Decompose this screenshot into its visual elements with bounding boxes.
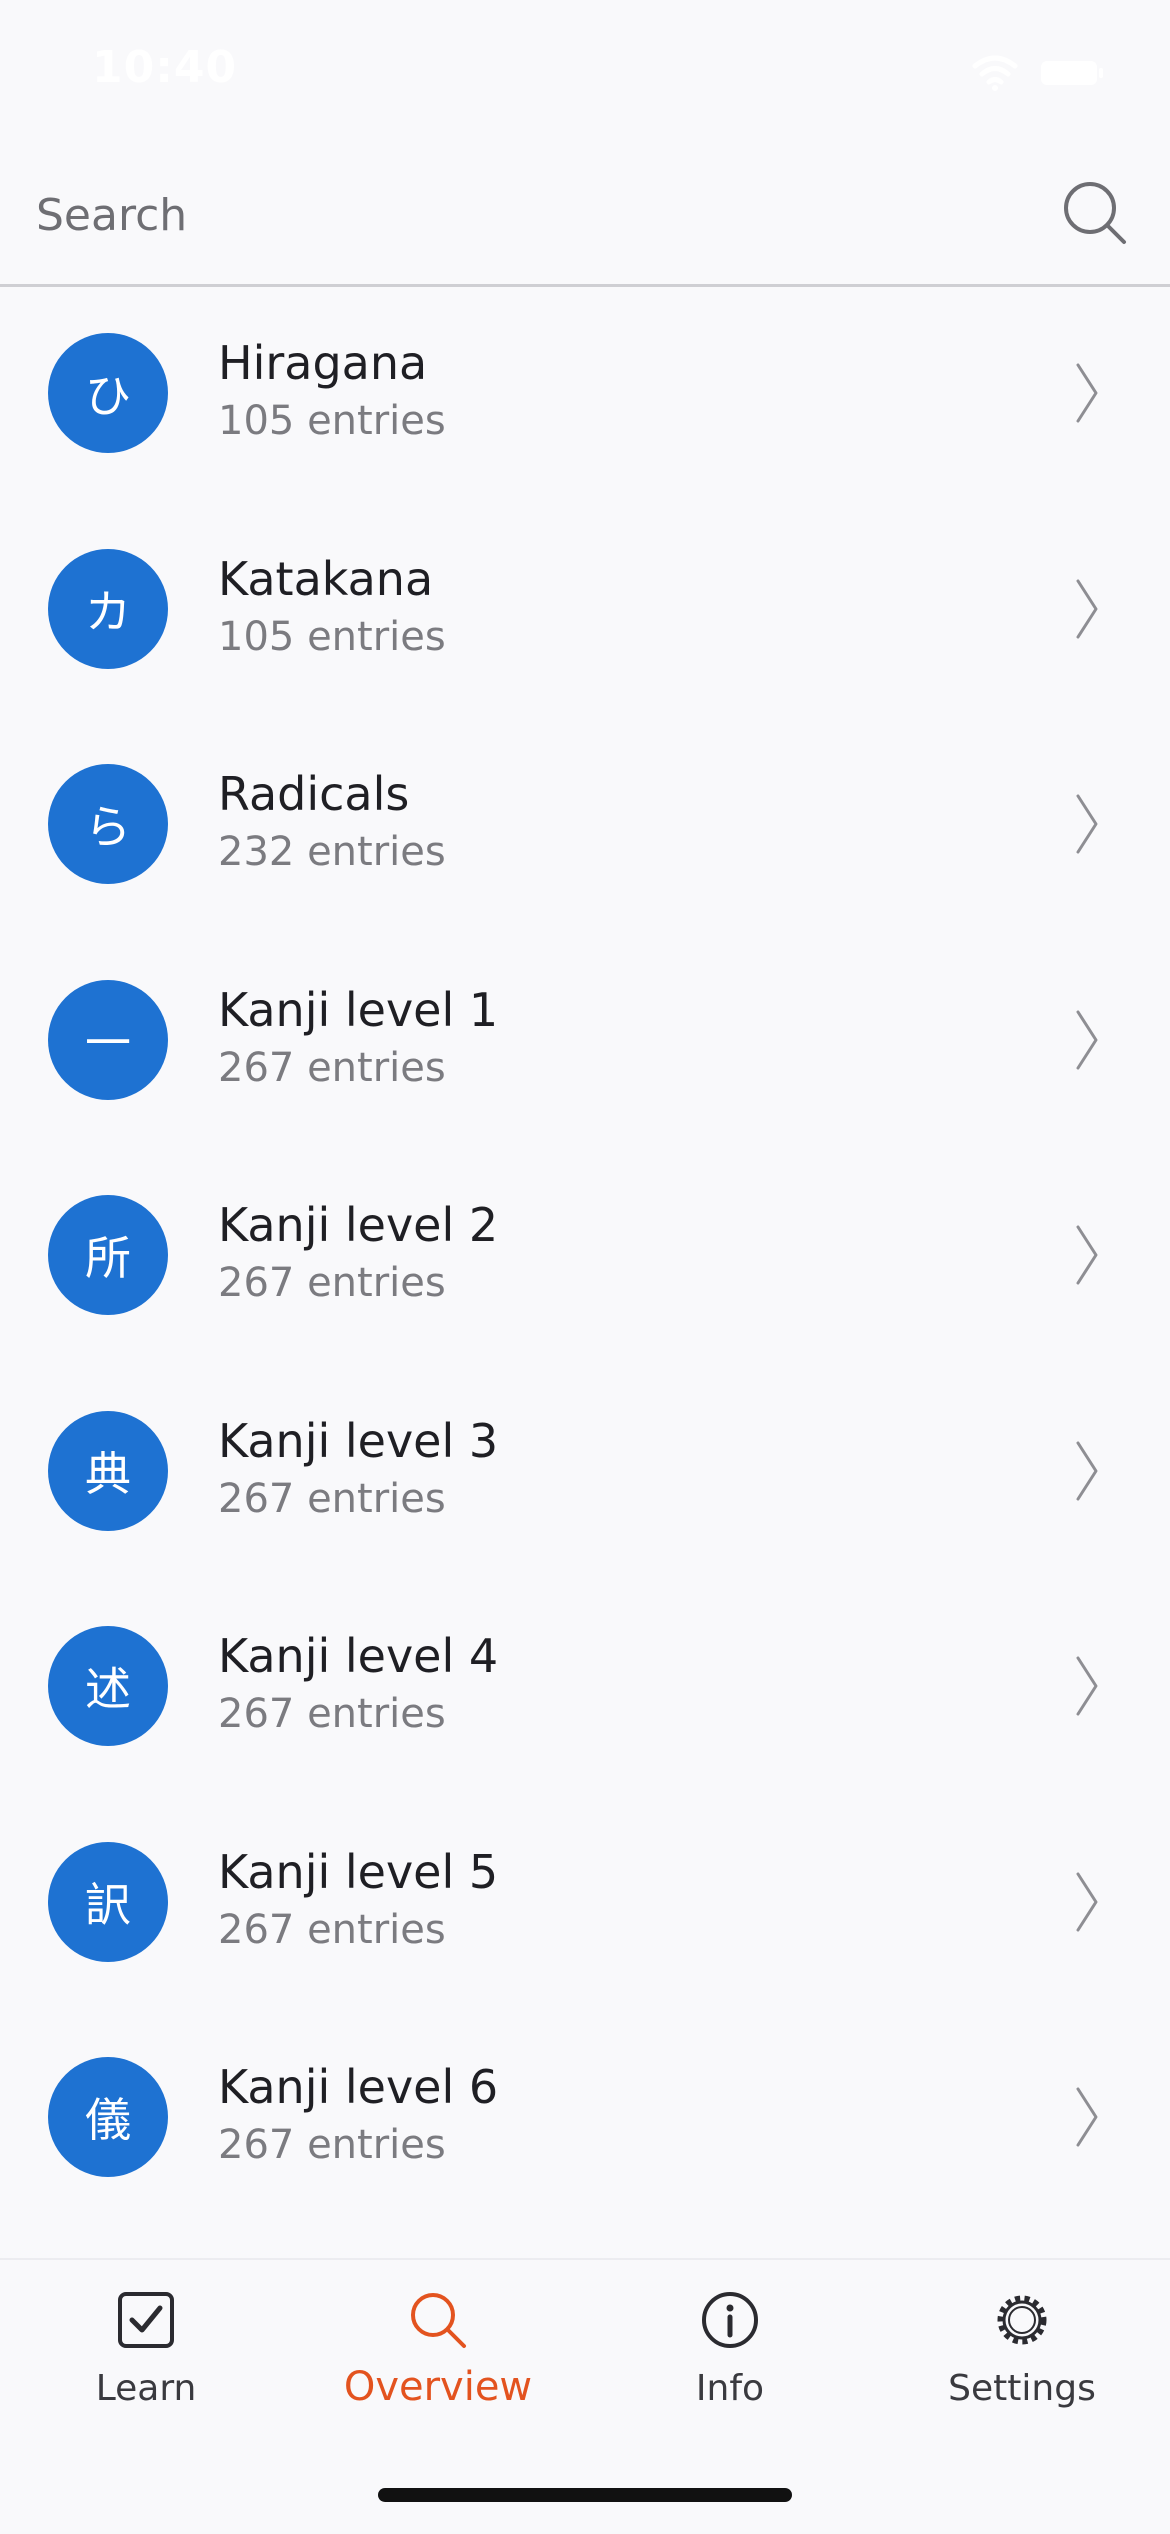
avatar: ら <box>48 764 168 884</box>
item-title: Kanji level 6 <box>218 2060 499 2114</box>
tab-settings[interactable]: Settings <box>876 2290 1168 2440</box>
tab-learn[interactable]: Learn <box>0 2290 292 2440</box>
list-item-kanji-level-2[interactable]: 所 Kanji level 2 267 entries <box>0 1150 1170 1366</box>
avatar: 所 <box>48 1195 168 1315</box>
list-item-kanji-level-4[interactable]: 述 Kanji level 4 267 entries <box>0 1581 1170 1797</box>
item-title: Kanji level 1 <box>218 982 499 1037</box>
list-item-kanji-level-1[interactable]: 一 Kanji level 1 267 entries <box>0 935 1170 1151</box>
tab-info[interactable]: Info <box>584 2290 876 2440</box>
avatar: 訳 <box>48 1841 168 1962</box>
item-subtitle: 232 entries <box>218 829 446 875</box>
search-bar <box>0 150 1170 287</box>
chevron-right-icon <box>1076 1441 1098 1500</box>
chevron-right-icon <box>1076 1656 1098 1716</box>
item-subtitle: 105 entries <box>218 613 446 660</box>
tab-label: Settings <box>948 2368 1096 2409</box>
chevron-right-icon <box>1076 794 1098 854</box>
info-icon <box>702 2292 758 2348</box>
item-title: Kanji level 3 <box>218 1413 499 1468</box>
gear-icon <box>997 2295 1047 2345</box>
avatar: 一 <box>48 979 168 1100</box>
avatar: 典 <box>48 1410 168 1531</box>
tab-label: Info <box>695 2368 765 2409</box>
avatar: カ <box>48 548 168 669</box>
tab-overview[interactable]: Overview <box>292 2290 584 2440</box>
item-title: Kanji level 2 <box>218 1198 499 1252</box>
item-title: Katakana <box>218 551 434 606</box>
category-list: ひ Hiragana 105 entries カ Katakana 105 en… <box>0 288 1170 2228</box>
home-indicator <box>378 2488 792 2502</box>
wifi-icon <box>972 55 1018 91</box>
status-bar: 10:40 <box>0 0 1170 150</box>
item-subtitle: 267 entries <box>218 1044 446 1091</box>
tab-label: Learn <box>95 2368 197 2409</box>
item-subtitle: 267 entries <box>218 1475 446 1522</box>
item-subtitle: 267 entries <box>218 1260 446 1306</box>
item-title: Hiragana <box>218 336 428 390</box>
checkbox-icon <box>118 2292 174 2348</box>
list-item-kanji-level-3[interactable]: 典 Kanji level 3 267 entries <box>0 1366 1170 1582</box>
search-icon[interactable] <box>1060 178 1130 248</box>
tab-label: Overview <box>343 2364 533 2410</box>
list-item-radicals[interactable]: ら Radicals 232 entries <box>0 719 1170 935</box>
list-item-hiragana[interactable]: ひ Hiragana 105 entries <box>0 288 1170 504</box>
item-subtitle: 267 entries <box>218 1691 446 1737</box>
avatar: 儀 <box>48 2057 168 2177</box>
chevron-right-icon <box>1076 363 1098 423</box>
search-input[interactable] <box>36 180 1036 250</box>
item-subtitle: 267 entries <box>218 1906 446 1953</box>
status-time: 10:40 <box>92 42 238 93</box>
avatar: 述 <box>48 1626 168 1746</box>
list-item-kanji-level-6[interactable]: 儀 Kanji level 6 267 entries <box>0 2012 1170 2228</box>
chevron-right-icon <box>1076 579 1098 638</box>
item-subtitle: 267 entries <box>218 2122 446 2168</box>
chevron-right-icon <box>1076 1872 1098 1931</box>
item-title: Radicals <box>218 767 410 821</box>
chevron-right-icon <box>1076 1225 1098 1285</box>
battery-icon <box>1041 61 1103 85</box>
item-title: Kanji level 5 <box>218 1844 499 1899</box>
chevron-right-icon <box>1076 1010 1098 1069</box>
item-title: Kanji level 4 <box>218 1629 499 1683</box>
chevron-right-icon <box>1076 2087 1098 2147</box>
item-subtitle: 105 entries <box>218 398 446 444</box>
list-item-katakana[interactable]: カ Katakana 105 entries <box>0 504 1170 720</box>
list-item-kanji-level-5[interactable]: 訳 Kanji level 5 267 entries <box>0 1797 1170 2013</box>
search-icon <box>411 2293 466 2348</box>
avatar: ひ <box>48 333 168 453</box>
